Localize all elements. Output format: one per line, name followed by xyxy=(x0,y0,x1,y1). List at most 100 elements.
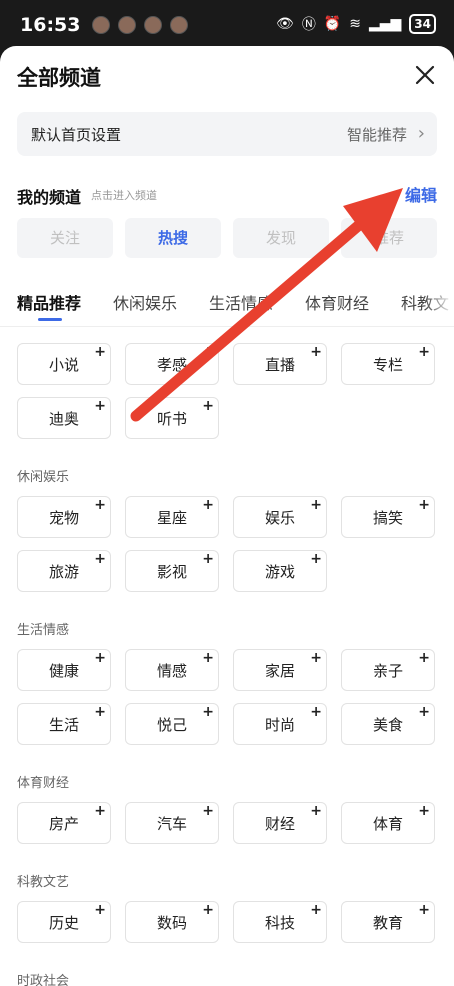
plus-icon: + xyxy=(418,497,430,513)
sheet-title: 全部频道 xyxy=(17,66,101,90)
channel-chip[interactable]: 生活 + xyxy=(17,703,111,745)
channel-chip[interactable]: 家居 + xyxy=(233,649,327,691)
status-time: 16:53 xyxy=(20,14,81,36)
channel-chip[interactable]: 时尚 + xyxy=(233,703,327,745)
channel-chip-label: 科技 xyxy=(264,914,295,932)
nfc-icon: Ⓝ xyxy=(301,17,316,33)
channel-chip[interactable]: 历史 + xyxy=(17,901,111,943)
channel-chip[interactable]: 健康 + xyxy=(17,649,111,691)
channel-chip[interactable]: 直播 + xyxy=(233,343,327,385)
channel-chip-label: 搞笑 xyxy=(372,509,403,527)
plus-icon: + xyxy=(310,704,322,720)
app-notification-icon xyxy=(92,16,110,34)
channel-chip-label: 生活 xyxy=(48,716,79,734)
channel-chip-label: 数码 xyxy=(156,914,187,932)
tab-featured[interactable]: 精品推荐 xyxy=(17,290,81,314)
plus-icon: + xyxy=(310,344,322,360)
section-title-science-culture: 科教文艺 xyxy=(17,875,70,890)
alarm-icon: ⏰ xyxy=(323,16,342,32)
channel-chip-label: 财经 xyxy=(264,815,295,833)
channel-chip[interactable]: 听书 + xyxy=(125,397,219,439)
channel-chip[interactable]: 旅游 + xyxy=(17,550,111,592)
plus-icon: + xyxy=(202,704,214,720)
plus-icon: + xyxy=(418,650,430,666)
app-notification-icon xyxy=(144,16,162,34)
edit-button[interactable]: 编辑 xyxy=(405,182,437,206)
channel-chip-label: 专栏 xyxy=(372,356,403,374)
channel-chip-label: 小说 xyxy=(48,356,79,374)
plus-icon: + xyxy=(418,344,430,360)
chevron-right-icon: › xyxy=(417,123,425,144)
channel-chip-label: 旅游 xyxy=(48,563,79,581)
my-channel-recommend[interactable]: 推荐 xyxy=(341,218,437,258)
channel-chip[interactable]: 财经 + xyxy=(233,802,327,844)
channel-chip-label: 房产 xyxy=(48,815,79,833)
plus-icon: + xyxy=(94,902,106,918)
channel-chip[interactable]: 房产 + xyxy=(17,802,111,844)
section-title-leisure: 休闲娱乐 xyxy=(17,470,70,485)
plus-icon: + xyxy=(418,803,430,819)
channel-chip[interactable]: 体育 + xyxy=(341,802,435,844)
channel-chip[interactable]: 游戏 + xyxy=(233,550,327,592)
channel-chip-label: 宠物 xyxy=(48,509,79,527)
section-title-sports-finance: 体育财经 xyxy=(17,776,70,791)
channel-chip[interactable]: 专栏 + xyxy=(341,343,435,385)
close-icon[interactable] xyxy=(410,60,440,90)
category-tabs: 精品推荐 休闲娱乐 生活情感 体育财经 科教文 xyxy=(0,282,454,327)
channel-chip[interactable]: 悦己 + xyxy=(125,703,219,745)
channel-chip[interactable]: 星座 + xyxy=(125,496,219,538)
channel-chip-label: 美食 xyxy=(372,716,403,734)
battery-icon: 34 xyxy=(409,14,436,34)
channel-chip[interactable]: 迪奥 + xyxy=(17,397,111,439)
channel-chip[interactable]: 美食 + xyxy=(341,703,435,745)
channel-chip[interactable]: 小说 + xyxy=(17,343,111,385)
channel-chip-label: 汽车 xyxy=(156,815,187,833)
channel-chip[interactable]: 亲子 + xyxy=(341,649,435,691)
my-channel-discover[interactable]: 发现 xyxy=(233,218,329,258)
channel-chip-label: 历史 xyxy=(48,914,79,932)
status-indicators: 👁 Ⓝ ⏰ ≋ ▂▄▆ 34 xyxy=(276,14,436,34)
tab-leisure[interactable]: 休闲娱乐 xyxy=(113,290,177,314)
channel-chip-label: 迪奥 xyxy=(48,410,79,428)
section-title-politics-society: 时政社会 xyxy=(17,974,70,986)
section-title-life: 生活情感 xyxy=(17,623,70,638)
plus-icon: + xyxy=(310,551,322,567)
plus-icon: + xyxy=(202,650,214,666)
channel-chip-label: 影视 xyxy=(156,563,187,581)
plus-icon: + xyxy=(202,344,214,360)
plus-icon: + xyxy=(418,704,430,720)
plus-icon: + xyxy=(94,497,106,513)
channel-chip-label: 游戏 xyxy=(264,563,295,581)
plus-icon: + xyxy=(310,650,322,666)
channel-chip[interactable]: 数码 + xyxy=(125,901,219,943)
channel-chip[interactable]: 影视 + xyxy=(125,550,219,592)
channel-chip[interactable]: 宠物 + xyxy=(17,496,111,538)
channel-chip[interactable]: 娱乐 + xyxy=(233,496,327,538)
my-channels-title: 我的频道 xyxy=(17,188,82,207)
channel-chip[interactable]: 搞笑 + xyxy=(341,496,435,538)
plus-icon: + xyxy=(202,902,214,918)
channel-chip-label: 家居 xyxy=(264,662,295,680)
my-channels-hint: 点击进入频道 xyxy=(91,189,157,202)
channel-chip-label: 孝感 xyxy=(156,356,187,374)
channel-chip[interactable]: 汽车 + xyxy=(125,802,219,844)
tab-sports-finance[interactable]: 体育财经 xyxy=(305,290,369,314)
my-channel-follow[interactable]: 关注 xyxy=(17,218,113,258)
channel-chip-label: 时尚 xyxy=(264,716,295,734)
channel-chip-label: 亲子 xyxy=(372,662,403,680)
channel-chip-label: 悦己 xyxy=(156,716,187,734)
eye-icon: 👁 xyxy=(276,16,294,32)
plus-icon: + xyxy=(94,398,106,414)
channel-chip[interactable]: 科技 + xyxy=(233,901,327,943)
tab-life[interactable]: 生活情感 xyxy=(209,290,273,314)
active-tab-indicator xyxy=(38,318,62,321)
plus-icon: + xyxy=(202,803,214,819)
channel-chip[interactable]: 教育 + xyxy=(341,901,435,943)
plus-icon: + xyxy=(94,551,106,567)
channel-chip[interactable]: 情感 + xyxy=(125,649,219,691)
plus-icon: + xyxy=(202,497,214,513)
default-home-setting[interactable]: 默认首页设置 智能推荐 › xyxy=(17,112,437,156)
my-channel-hot[interactable]: 热搜 xyxy=(125,218,221,258)
plus-icon: + xyxy=(94,344,106,360)
channel-chip[interactable]: 孝感 + xyxy=(125,343,219,385)
